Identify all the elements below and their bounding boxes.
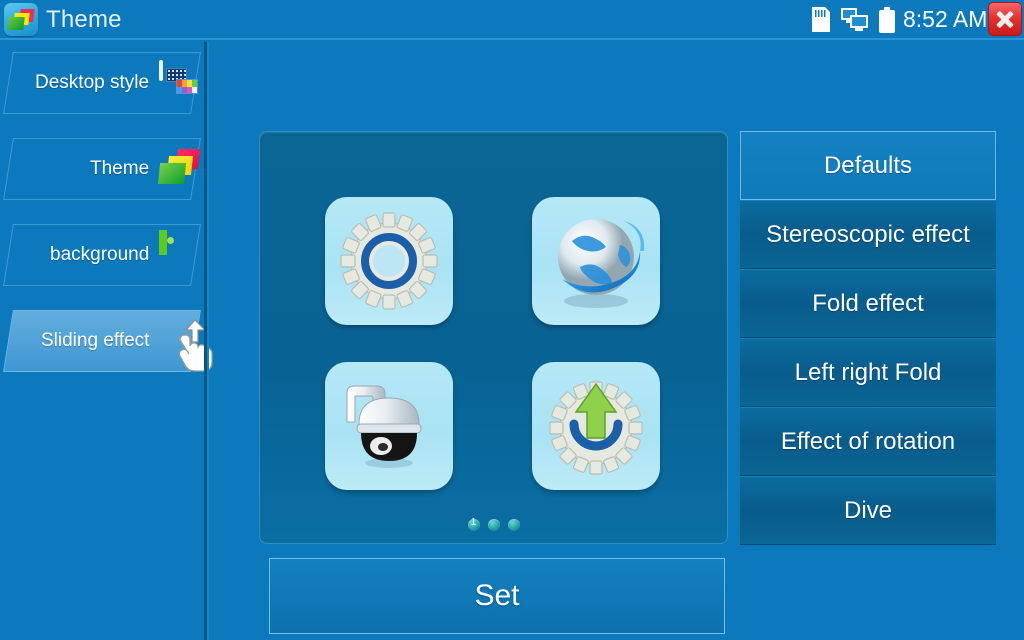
tile-gear-upgrade[interactable] bbox=[532, 362, 660, 490]
ptz-dome-camera-icon bbox=[325, 385, 453, 494]
background-image-icon bbox=[159, 230, 201, 276]
hand-tap-cursor-icon bbox=[165, 319, 213, 372]
close-icon[interactable] bbox=[988, 2, 1022, 36]
sidebar-item-label: Sliding effect bbox=[40, 330, 149, 351]
theme-icon bbox=[157, 148, 201, 190]
option-label: Effect of rotation bbox=[780, 427, 956, 455]
tile-globe-network[interactable] bbox=[532, 197, 660, 325]
sidebar-item-label: Theme bbox=[89, 158, 149, 179]
sidebar-item-label: Desktop style bbox=[34, 72, 149, 93]
sidebar-divider-highlight bbox=[207, 42, 209, 640]
page-indicator bbox=[260, 517, 727, 531]
option-left-right-fold[interactable]: Left right Fold bbox=[740, 338, 996, 407]
option-dive[interactable]: Dive bbox=[740, 476, 996, 545]
desktop-style-icon bbox=[159, 60, 201, 104]
battery-icon bbox=[879, 7, 895, 33]
page-dot[interactable] bbox=[507, 519, 520, 531]
tile-ptz-camera[interactable] bbox=[325, 362, 453, 490]
option-fold-effect[interactable]: Fold effect bbox=[740, 269, 996, 338]
clock: 8:52 AM bbox=[903, 6, 988, 32]
sidebar-item-desktop-style[interactable]: Desktop style bbox=[3, 52, 201, 114]
page-title: Theme bbox=[46, 6, 122, 33]
preview-panel bbox=[259, 131, 728, 544]
page-dot[interactable] bbox=[467, 517, 480, 531]
set-button[interactable]: Set bbox=[269, 558, 725, 634]
title-bar: Theme 8:52 AM bbox=[0, 0, 1024, 40]
option-label: Stereoscopic effect bbox=[766, 220, 970, 248]
sidebar: Desktop style Theme background Sliding e… bbox=[0, 42, 213, 640]
sidebar-item-background[interactable]: background bbox=[3, 224, 201, 286]
gear-settings-icon bbox=[325, 212, 453, 329]
globe-network-icon bbox=[532, 219, 660, 329]
option-effect-of-rotation[interactable]: Effect of rotation bbox=[740, 407, 996, 476]
option-defaults[interactable]: Defaults bbox=[740, 131, 996, 200]
sidebar-item-theme[interactable]: Theme bbox=[3, 138, 201, 200]
sidebar-item-label: background bbox=[49, 244, 149, 265]
page-dot[interactable] bbox=[487, 519, 500, 531]
network-monitor-icon bbox=[841, 7, 869, 31]
option-stereoscopic-effect[interactable]: Stereoscopic effect bbox=[740, 200, 996, 269]
sd-card-icon bbox=[812, 7, 830, 32]
option-label: Dive bbox=[843, 496, 892, 524]
option-label: Left right Fold bbox=[794, 358, 942, 386]
option-label: Fold effect bbox=[812, 289, 924, 317]
option-label: Defaults bbox=[823, 151, 913, 179]
sidebar-item-sliding-effect[interactable]: Sliding effect bbox=[3, 310, 213, 372]
set-button-label: Set bbox=[474, 579, 520, 612]
gear-upgrade-icon bbox=[532, 381, 660, 494]
theme-app-icon bbox=[4, 3, 38, 36]
theme-settings-screen: Theme 8:52 AM Desktop style Theme backgr… bbox=[0, 0, 1024, 640]
tile-gear-settings[interactable] bbox=[325, 197, 453, 325]
effect-options-list: Defaults Stereoscopic effect Fold effect… bbox=[740, 131, 996, 545]
